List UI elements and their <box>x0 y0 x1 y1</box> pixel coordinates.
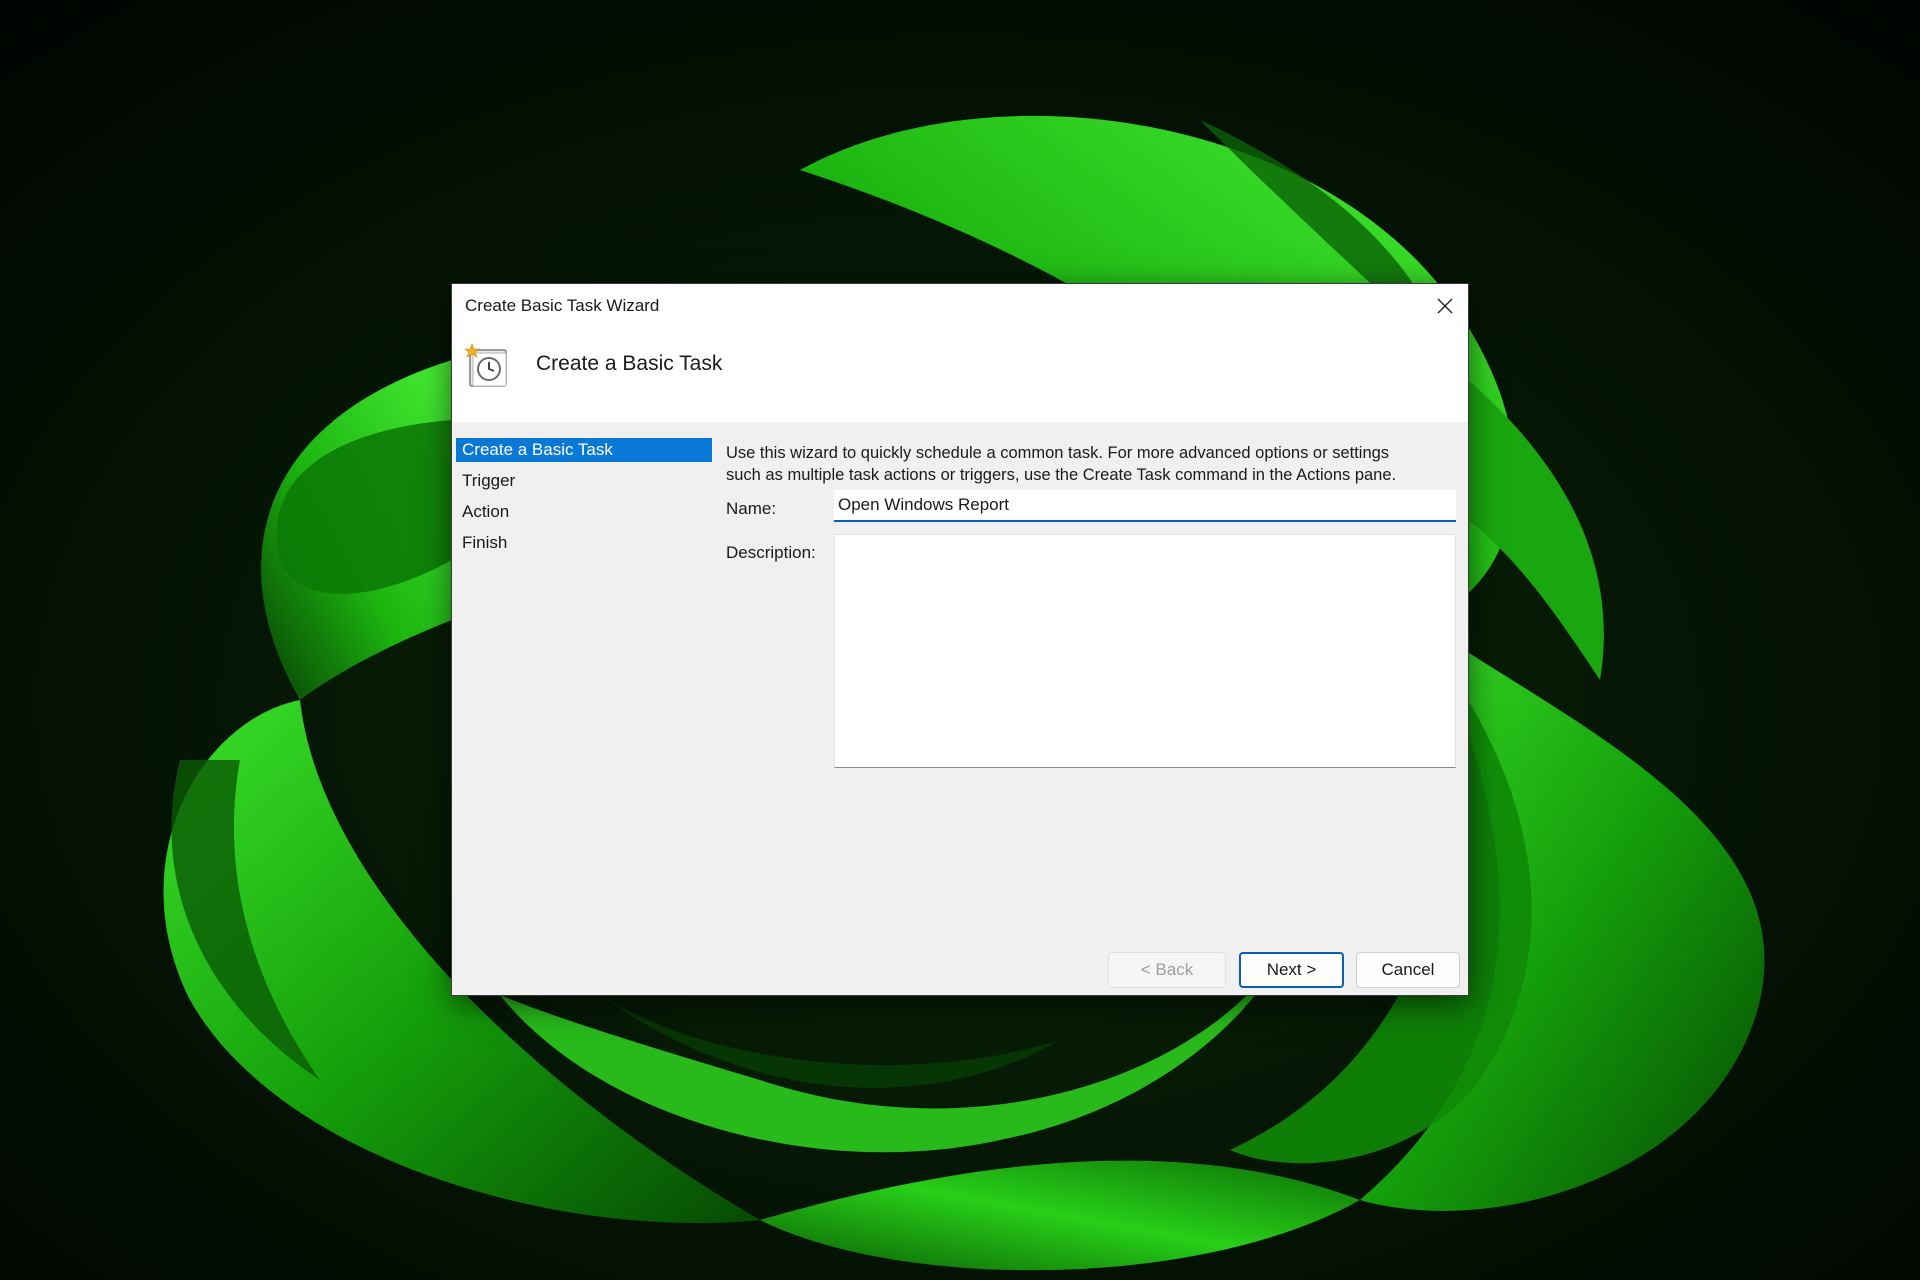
description-textarea[interactable] <box>834 534 1456 768</box>
intro-line-1: Use this wizard to quickly schedule a co… <box>726 442 1446 464</box>
name-label: Name: <box>726 499 776 519</box>
close-button[interactable] <box>1422 284 1468 328</box>
window-title: Create Basic Task Wizard <box>465 296 659 316</box>
step-create-basic-task[interactable]: Create a Basic Task <box>456 438 712 462</box>
wizard-heading: Create a Basic Task <box>536 352 722 376</box>
scheduled-task-clock-icon <box>462 342 510 390</box>
name-input-value: Open Windows Report <box>838 495 1009 515</box>
title-bar[interactable]: Create Basic Task Wizard <box>452 284 1468 328</box>
intro-text: Use this wizard to quickly schedule a co… <box>726 442 1446 486</box>
name-input[interactable]: Open Windows Report <box>834 490 1456 522</box>
back-button[interactable]: < Back <box>1108 952 1226 988</box>
step-finish[interactable]: Finish <box>456 531 712 555</box>
cancel-button[interactable]: Cancel <box>1356 952 1460 988</box>
step-trigger[interactable]: Trigger <box>456 469 712 493</box>
wizard-steps: Create a Basic Task Trigger Action Finis… <box>456 438 712 562</box>
close-icon <box>1437 298 1453 314</box>
desktop: Create Basic Task Wizard Create a Basic … <box>0 0 1920 1280</box>
intro-line-2: such as multiple task actions or trigger… <box>726 464 1446 486</box>
wizard-header: Create a Basic Task <box>452 328 1468 422</box>
description-label: Description: <box>726 543 816 563</box>
next-button[interactable]: Next > <box>1239 952 1344 988</box>
create-basic-task-wizard-dialog: Create Basic Task Wizard Create a Basic … <box>452 284 1468 995</box>
step-action[interactable]: Action <box>456 500 712 524</box>
